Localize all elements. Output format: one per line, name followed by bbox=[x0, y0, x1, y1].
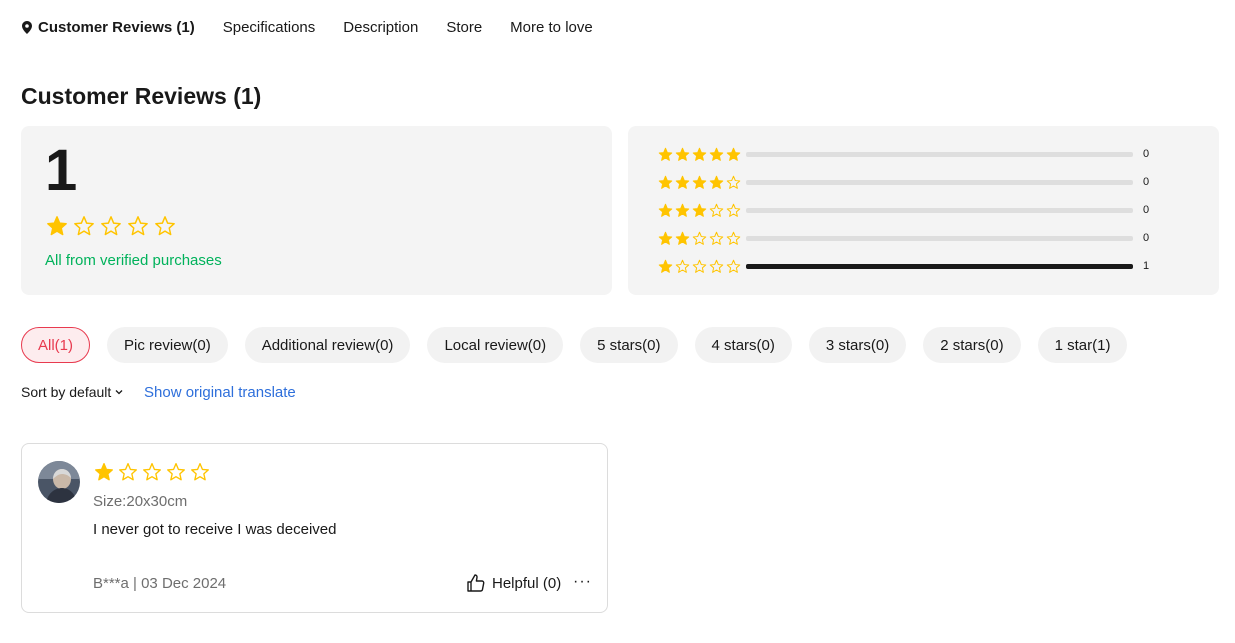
star-filled-icon bbox=[658, 231, 673, 245]
summary-star-rating bbox=[46, 215, 176, 237]
sort-dropdown[interactable]: Sort by default bbox=[21, 384, 123, 400]
distribution-stars bbox=[658, 175, 745, 190]
sort-label: Sort by default bbox=[21, 384, 112, 400]
star-empty-icon bbox=[726, 231, 741, 245]
star-empty-icon bbox=[191, 463, 209, 481]
distribution-count: 0 bbox=[1143, 232, 1150, 244]
review-filters: All(1) Pic review(0) Additional review(0) L… bbox=[21, 327, 1128, 363]
star-filled-icon bbox=[675, 203, 690, 217]
tab-more-to-love[interactable]: More to love bbox=[510, 19, 593, 36]
star-filled-icon bbox=[675, 147, 690, 161]
chevron-down-icon bbox=[115, 390, 123, 395]
more-options-icon[interactable]: ··· bbox=[573, 574, 592, 590]
distribution-count: 1 bbox=[1143, 260, 1150, 272]
review-author-date: B***a | 03 Dec 2024 bbox=[93, 575, 227, 592]
review-card: Size:20x30cm I never got to receive I wa… bbox=[21, 443, 608, 613]
rating-summary-card: 1 All from verified purchases bbox=[21, 126, 612, 295]
star-empty-icon bbox=[128, 216, 148, 236]
distribution-row-3-stars: 0 bbox=[658, 203, 1149, 217]
thumbs-up-icon bbox=[467, 574, 485, 592]
distribution-bar bbox=[746, 207, 1133, 213]
star-empty-icon bbox=[692, 231, 707, 245]
distribution-bar bbox=[746, 263, 1133, 269]
distribution-stars bbox=[658, 203, 745, 218]
filter-chip-3-stars-0[interactable]: 3 stars(0) bbox=[808, 327, 907, 363]
tab-specifications[interactable]: Specifications bbox=[223, 19, 316, 36]
distribution-count: 0 bbox=[1143, 204, 1150, 216]
filter-chip-4-stars-0[interactable]: 4 stars(0) bbox=[694, 327, 792, 363]
star-empty-icon bbox=[119, 463, 137, 481]
distribution-bar bbox=[746, 179, 1133, 185]
star-filled-icon bbox=[658, 147, 673, 161]
avatar bbox=[38, 461, 80, 503]
distribution-stars bbox=[658, 259, 745, 274]
distribution-stars bbox=[658, 147, 745, 162]
distribution-count: 0 bbox=[1143, 148, 1150, 160]
star-filled-icon bbox=[675, 231, 690, 245]
page-title: Customer Reviews (1) bbox=[21, 83, 262, 109]
star-filled-icon bbox=[95, 463, 114, 481]
star-empty-icon bbox=[726, 175, 741, 189]
star-empty-icon bbox=[143, 463, 161, 481]
review-variant-size: Size:20x30cm bbox=[93, 493, 188, 510]
distribution-row-5-stars: 0 bbox=[658, 147, 1149, 161]
verified-purchases-label: All from verified purchases bbox=[45, 252, 222, 269]
filter-chip-pic-review-0[interactable]: Pic review(0) bbox=[107, 327, 228, 363]
star-filled-icon bbox=[709, 147, 724, 161]
distribution-stars bbox=[658, 231, 745, 246]
distribution-count: 0 bbox=[1143, 176, 1150, 188]
section-tabs: Customer Reviews (1) Specifications Desc… bbox=[22, 14, 621, 40]
distribution-row-2-stars: 0 bbox=[658, 231, 1149, 245]
filter-chip-1-star-1[interactable]: 1 star(1) bbox=[1037, 327, 1128, 363]
filter-chip-additional-review-0[interactable]: Additional review(0) bbox=[244, 327, 411, 363]
star-empty-icon bbox=[726, 259, 741, 273]
show-original-translate-link[interactable]: Show original translate bbox=[144, 384, 296, 401]
star-empty-icon bbox=[726, 203, 741, 217]
tab-customer-reviews[interactable]: Customer Reviews (1) bbox=[22, 19, 195, 36]
distribution-bar-fill bbox=[746, 263, 1133, 269]
star-empty-icon bbox=[692, 259, 707, 273]
star-filled-icon bbox=[692, 175, 707, 189]
star-filled-icon bbox=[692, 147, 707, 161]
helpful-button[interactable]: Helpful (0) bbox=[466, 573, 561, 593]
filter-chip-local-review-0[interactable]: Local review(0) bbox=[427, 327, 564, 363]
distribution-row-4-stars: 0 bbox=[658, 175, 1149, 189]
star-empty-icon bbox=[675, 259, 690, 273]
star-filled-icon bbox=[658, 203, 673, 217]
star-filled-icon bbox=[692, 203, 707, 217]
star-empty-icon bbox=[74, 216, 94, 236]
distribution-bar bbox=[746, 235, 1133, 241]
filter-chip-5-stars-0[interactable]: 5 stars(0) bbox=[580, 327, 678, 363]
filter-chip-2-stars-0[interactable]: 2 stars(0) bbox=[923, 327, 1021, 363]
helpful-label: Helpful (0) bbox=[492, 574, 562, 592]
star-empty-icon bbox=[709, 231, 724, 245]
star-empty-icon bbox=[709, 203, 724, 217]
star-filled-icon bbox=[726, 147, 741, 161]
star-filled-icon bbox=[658, 259, 673, 273]
star-empty-icon bbox=[167, 463, 185, 481]
average-rating: 1 bbox=[45, 138, 78, 203]
star-empty-icon bbox=[101, 216, 121, 236]
star-empty-icon bbox=[709, 259, 724, 273]
star-empty-icon bbox=[155, 216, 175, 236]
distribution-row-1-stars: 1 bbox=[658, 259, 1149, 273]
tab-label: Customer Reviews (1) bbox=[38, 18, 195, 36]
rating-distribution-card: 0 0 0 0 1 bbox=[628, 126, 1219, 295]
star-filled-icon bbox=[675, 175, 690, 189]
location-pin-icon bbox=[22, 20, 32, 34]
star-filled-icon bbox=[658, 175, 673, 189]
star-filled-icon bbox=[709, 175, 724, 189]
review-star-rating bbox=[94, 462, 210, 482]
review-text: I never got to receive I was deceived bbox=[93, 521, 337, 538]
filter-chip-all-1[interactable]: All(1) bbox=[21, 327, 91, 363]
tab-description[interactable]: Description bbox=[343, 19, 418, 36]
tab-store[interactable]: Store bbox=[446, 19, 482, 36]
star-filled-icon bbox=[47, 216, 67, 236]
distribution-bar bbox=[746, 151, 1133, 157]
